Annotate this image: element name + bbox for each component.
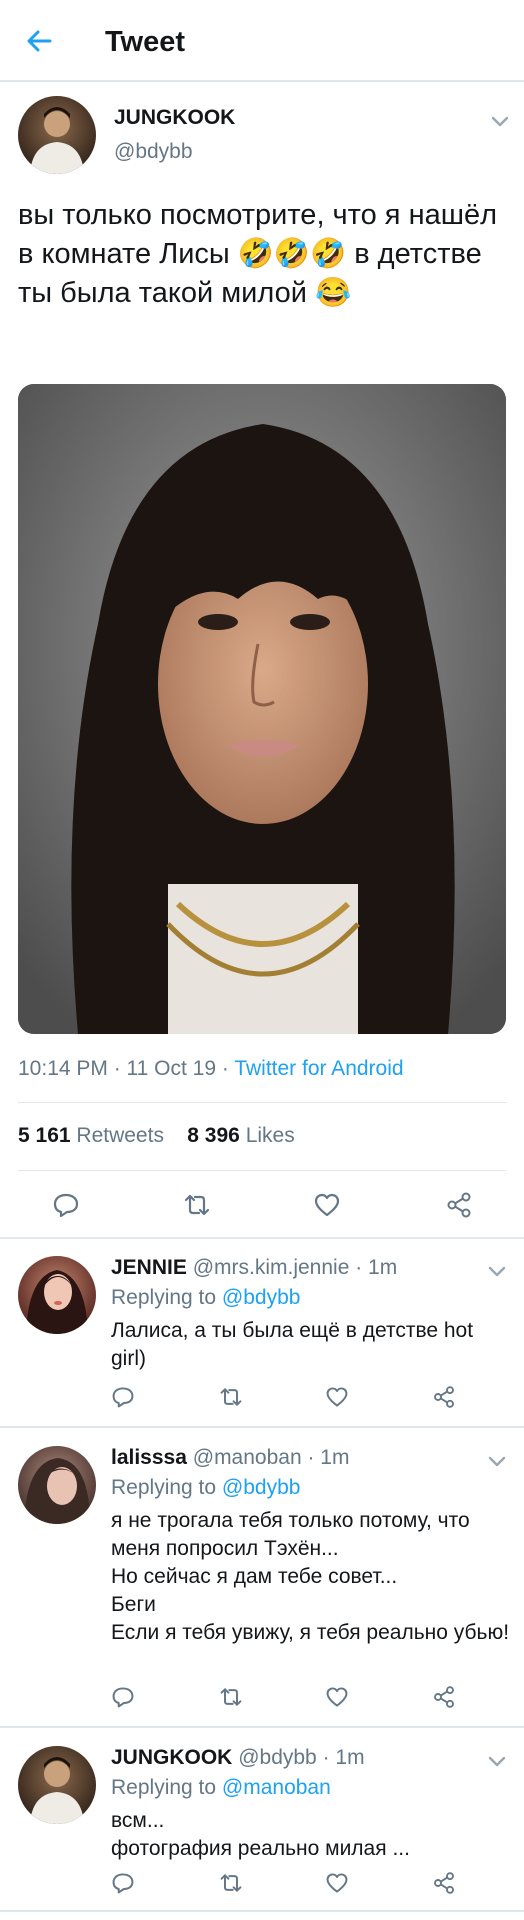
chevron-down-icon[interactable]	[486, 1260, 508, 1282]
tweet-text: вы только посмотрите, что я нашёл в комн…	[18, 199, 498, 309]
reply-author-name[interactable]: JENNIE	[111, 1256, 187, 1279]
main-action-bar	[0, 1185, 524, 1225]
share-icon	[447, 1192, 471, 1218]
reply-text: я не трогала тебя только потому, что мен…	[111, 1509, 510, 1644]
reply-author-handle[interactable]: @mrs.kim.jennie · 1m	[193, 1256, 398, 1279]
author-name[interactable]: JUNGKOOK	[114, 106, 235, 130]
reply-header: lalisssa @manoban · 1m	[111, 1446, 349, 1470]
replying-to-link[interactable]: @bdybb	[222, 1476, 301, 1499]
retweet-count: 5 161	[18, 1124, 71, 1147]
chevron-down-icon[interactable]	[486, 1450, 508, 1472]
share-icon	[434, 1686, 454, 1708]
retweet-icon	[220, 1688, 242, 1706]
retweet-button[interactable]	[214, 1866, 248, 1900]
like-icon	[314, 1193, 340, 1217]
chevron-down-icon[interactable]	[486, 1750, 508, 1772]
divider	[18, 1102, 506, 1103]
like-icon	[326, 1873, 348, 1893]
retweet-icon	[184, 1194, 210, 1216]
divider	[18, 1170, 506, 1171]
replying-prefix: Replying to	[111, 1476, 222, 1499]
avatar[interactable]	[18, 1446, 96, 1524]
tweet-timestamp: 10:14 PM · 11 Oct 19 · Twitter for Andro…	[18, 1057, 404, 1081]
share-button[interactable]	[427, 1380, 461, 1414]
avatar[interactable]	[18, 1256, 96, 1334]
retweet-button[interactable]	[177, 1185, 217, 1225]
reply-author-name[interactable]: JUNGKOOK	[111, 1746, 232, 1769]
back-button[interactable]	[22, 24, 56, 58]
reply-text: Лалиса, а ты была ещё в детстве hot girl…	[111, 1319, 474, 1370]
top-bar: Tweet	[0, 0, 524, 82]
divider	[0, 1237, 524, 1239]
back-arrow-icon	[27, 30, 52, 52]
reply-author-handle[interactable]: @bdybb · 1m	[238, 1746, 364, 1769]
tweet-photo[interactable]	[18, 384, 506, 1034]
page-title: Tweet	[105, 26, 186, 58]
like-button[interactable]	[307, 1185, 347, 1225]
tweet-time: 10:14 PM · 11 Oct 19 ·	[18, 1057, 235, 1080]
divider	[0, 1910, 524, 1912]
share-button[interactable]	[439, 1185, 479, 1225]
reply-icon	[53, 1193, 79, 1218]
like-button[interactable]	[320, 1380, 354, 1414]
avatar[interactable]	[18, 1746, 96, 1824]
reply-author-name[interactable]: lalisssa	[111, 1446, 187, 1469]
like-button[interactable]	[320, 1680, 354, 1714]
replying-to: Replying to @bdybb	[111, 1286, 300, 1310]
replying-to: Replying to @bdybb	[111, 1476, 300, 1500]
replying-to-link[interactable]: @manoban	[222, 1776, 331, 1799]
share-button[interactable]	[427, 1680, 461, 1714]
replying-prefix: Replying to	[111, 1776, 222, 1799]
reply-action-bar	[0, 1380, 524, 1420]
retweet-label: Retweets	[76, 1124, 164, 1147]
divider	[0, 1426, 524, 1428]
like-icon	[326, 1387, 348, 1407]
reply-text: всм... фотография реально милая ...	[111, 1809, 410, 1860]
replying-to-link[interactable]: @bdybb	[222, 1286, 301, 1309]
reply-button[interactable]	[106, 1866, 140, 1900]
like-count: 8 396	[187, 1124, 240, 1147]
reply-button[interactable]	[106, 1680, 140, 1714]
share-icon	[434, 1872, 454, 1894]
retweet-icon	[220, 1874, 242, 1892]
reply-author-handle[interactable]: @manoban · 1m	[193, 1446, 350, 1469]
reply-icon	[112, 1873, 134, 1894]
reply-icon	[112, 1687, 134, 1708]
replying-to: Replying to @manoban	[111, 1776, 331, 1800]
retweet-icon	[220, 1388, 242, 1406]
retweet-button[interactable]	[214, 1380, 248, 1414]
divider	[0, 1726, 524, 1728]
author-handle[interactable]: @bdybb	[114, 140, 193, 164]
retweet-button[interactable]	[214, 1680, 248, 1714]
reply-icon	[112, 1387, 134, 1408]
replying-prefix: Replying to	[111, 1286, 222, 1309]
like-icon	[326, 1687, 348, 1707]
avatar[interactable]	[18, 96, 96, 174]
client-link[interactable]: Twitter for Android	[234, 1057, 403, 1080]
share-button[interactable]	[427, 1866, 461, 1900]
reply-header: JUNGKOOK @bdybb · 1m	[111, 1746, 365, 1770]
reply-button[interactable]	[46, 1185, 86, 1225]
like-label: Likes	[245, 1124, 295, 1147]
reply-action-bar	[0, 1866, 524, 1906]
share-icon	[434, 1386, 454, 1408]
like-button[interactable]	[320, 1866, 354, 1900]
engagement-counts[interactable]: 5 161 Retweets 8 396 Likes	[18, 1124, 295, 1148]
chevron-down-icon[interactable]	[489, 110, 511, 132]
reply-header: JENNIE @mrs.kim.jennie · 1m	[111, 1256, 397, 1280]
reply-action-bar	[0, 1680, 524, 1720]
reply-button[interactable]	[106, 1380, 140, 1414]
